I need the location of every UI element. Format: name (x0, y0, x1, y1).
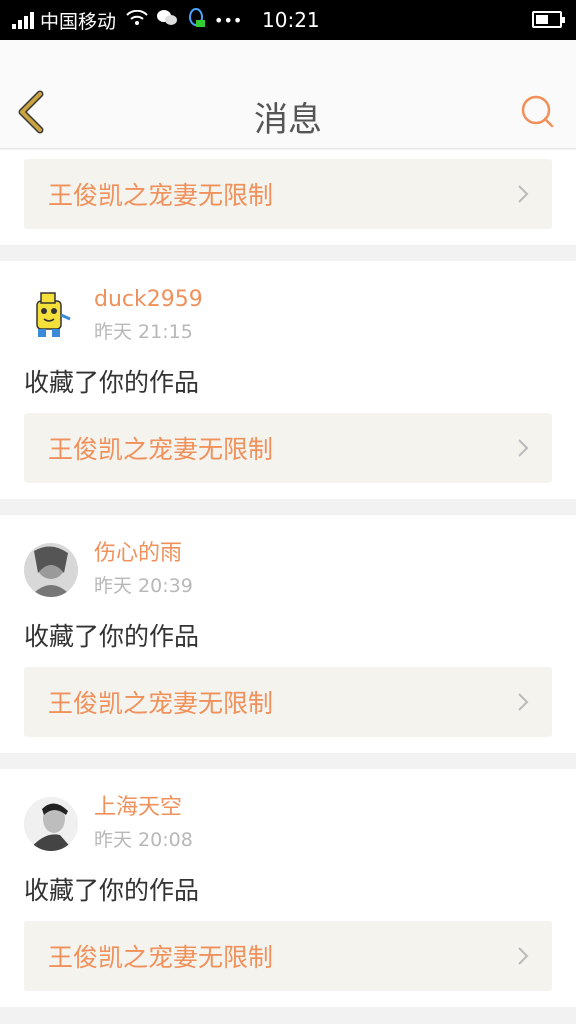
user-row: duck2959 昨天 21:15 (24, 261, 552, 357)
carrier-name: 中国移动 (40, 10, 117, 33)
work-link[interactable]: 王俊凯之宠妻无限制 (24, 413, 552, 483)
avatar[interactable] (24, 797, 78, 851)
wifi-icon (126, 9, 148, 30)
work-title: 王俊凯之宠妻无限制 (48, 689, 274, 718)
username[interactable]: duck2959 (94, 285, 203, 315)
nav-header: 消息 (0, 40, 576, 149)
chevron-right-icon (518, 439, 529, 457)
work-title: 王俊凯之宠妻无限制 (48, 943, 274, 972)
search-icon (521, 95, 554, 128)
message-list: 王俊凯之宠妻无限制 duck2959 昨天 21:15 收藏了你的作品 王俊凯之… (0, 150, 576, 1023)
user-row: 上海天空 昨天 20:08 (24, 769, 552, 865)
avatar[interactable] (24, 543, 78, 597)
status-bar: 中国移动 ••• 10:21 (0, 0, 576, 40)
chevron-right-icon (518, 185, 529, 203)
battery-icon (532, 11, 565, 28)
clock: 10:21 (262, 8, 320, 32)
message-item: 上海天空 昨天 20:08 收藏了你的作品 王俊凯之宠妻无限制 (0, 769, 576, 1007)
more-dots: ••• (214, 10, 243, 30)
work-title: 王俊凯之宠妻无限制 (48, 181, 274, 210)
search-button[interactable] (520, 94, 556, 130)
page-title: 消息 (254, 100, 322, 140)
action-text: 收藏了你的作品 (24, 622, 200, 651)
message-item: 王俊凯之宠妻无限制 (0, 150, 576, 245)
action-text: 收藏了你的作品 (24, 368, 200, 397)
chevron-right-icon (518, 947, 529, 965)
user-row: 伤心的雨 昨天 20:39 (24, 515, 552, 611)
wechat-icon (156, 9, 178, 31)
qq-icon (186, 8, 206, 32)
timestamp: 昨天 20:08 (94, 829, 193, 851)
username[interactable]: 上海天空 (94, 793, 193, 823)
avatar[interactable] (24, 289, 78, 343)
work-title: 王俊凯之宠妻无限制 (48, 435, 274, 464)
signal-icon (12, 11, 34, 29)
work-link[interactable]: 王俊凯之宠妻无限制 (24, 159, 552, 229)
chevron-right-icon (518, 693, 529, 711)
action-text: 收藏了你的作品 (24, 876, 200, 905)
message-item: duck2959 昨天 21:15 收藏了你的作品 王俊凯之宠妻无限制 (0, 261, 576, 499)
message-item: 伤心的雨 昨天 20:39 收藏了你的作品 王俊凯之宠妻无限制 (0, 515, 576, 753)
work-link[interactable]: 王俊凯之宠妻无限制 (24, 921, 552, 991)
timestamp: 昨天 20:39 (94, 575, 193, 597)
work-link[interactable]: 王俊凯之宠妻无限制 (24, 667, 552, 737)
timestamp: 昨天 21:15 (94, 321, 193, 343)
username[interactable]: 伤心的雨 (94, 539, 193, 569)
